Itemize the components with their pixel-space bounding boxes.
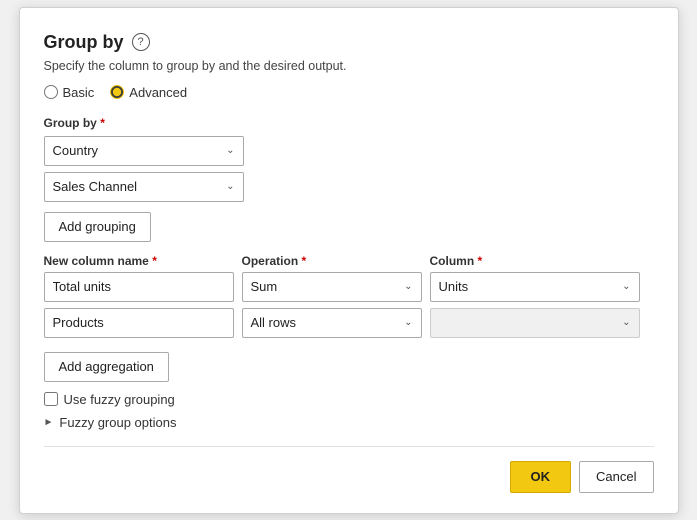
fuzzy-grouping-row: Use fuzzy grouping [44,392,654,407]
agg-column-dropdown-0[interactable]: Units ⌄ [430,272,640,302]
advanced-radio[interactable] [110,85,124,99]
agg-operation-arrow-0: ⌄ [404,281,412,292]
dialog-footer: OK Cancel [44,446,654,493]
fuzzy-group-options-label: Fuzzy group options [59,415,176,430]
agg-column-value-0: Units [439,279,469,294]
advanced-radio-option[interactable]: Advanced [110,85,187,100]
group-dropdown-1-value: Sales Channel [53,179,138,194]
agg-operation-value-1: All rows [251,315,297,330]
basic-radio[interactable] [44,85,58,99]
agg-operation-arrow-1: ⌄ [404,317,412,328]
agg-name-input-1[interactable] [44,308,234,338]
aggregation-row-1: All rows ⌄ ⌄ [44,308,654,338]
group-dropdowns-list: Country ⌄ Sales Channel ⌄ [44,136,654,202]
fuzzy-grouping-label[interactable]: Use fuzzy grouping [64,392,175,407]
group-dropdown-1-arrow: ⌄ [226,181,234,192]
fuzzy-grouping-checkbox[interactable] [44,392,58,406]
group-by-section: Group by * Country ⌄ Sales Channel ⌄ Add… [44,116,654,242]
advanced-radio-label: Advanced [129,85,187,100]
basic-radio-option[interactable]: Basic [44,85,95,100]
dialog-subtitle: Specify the column to group by and the d… [44,59,654,73]
agg-column-dropdown-1: ⌄ [430,308,640,338]
column-header: Column * [430,254,640,268]
ok-button[interactable]: OK [510,461,572,493]
group-dropdown-0-value: Country [53,143,99,158]
agg-operation-dropdown-0[interactable]: Sum ⌄ [242,272,422,302]
agg-name-input-0[interactable] [44,272,234,302]
group-dropdown-1[interactable]: Sales Channel ⌄ [44,172,244,202]
new-column-name-header: New column name * [44,254,234,268]
add-grouping-button[interactable]: Add grouping [44,212,151,242]
aggregations-section: New column name * Operation * Column * S… [44,254,654,392]
help-icon[interactable]: ? [132,33,150,51]
group-by-label: Group by * [44,116,654,130]
add-aggregation-button[interactable]: Add aggregation [44,352,169,382]
agg-column-arrow-0: ⌄ [622,281,630,292]
agg-operation-dropdown-1[interactable]: All rows ⌄ [242,308,422,338]
operation-header: Operation * [242,254,422,268]
cancel-button[interactable]: Cancel [579,461,653,493]
group-dropdown-0[interactable]: Country ⌄ [44,136,244,166]
agg-operation-value-0: Sum [251,279,278,294]
basic-radio-label: Basic [63,85,95,100]
fuzzy-group-options[interactable]: ► Fuzzy group options [44,415,654,430]
group-by-required-star: * [100,116,105,130]
group-dropdown-0-arrow: ⌄ [226,145,234,156]
mode-radio-group: Basic Advanced [44,85,654,100]
agg-column-arrow-1: ⌄ [622,317,630,328]
dialog-title: Group by [44,32,124,53]
aggregation-row-0: Sum ⌄ Units ⌄ [44,272,654,302]
fuzzy-group-options-chevron: ► [44,417,54,428]
group-by-dialog: Group by ? Specify the column to group b… [19,7,679,514]
dialog-header: Group by ? [44,32,654,53]
aggregation-headers: New column name * Operation * Column * [44,254,654,268]
